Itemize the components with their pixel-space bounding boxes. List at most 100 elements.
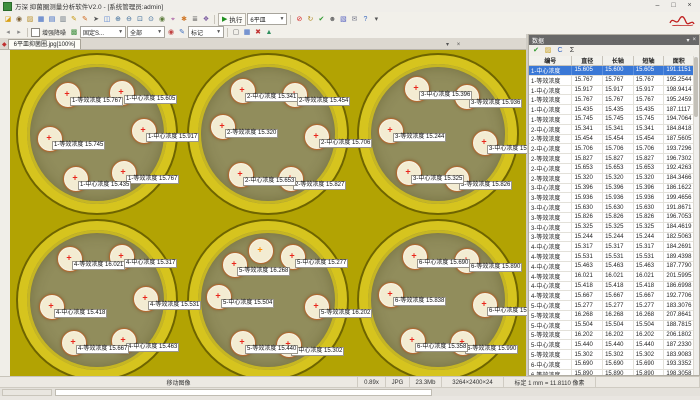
table-row[interactable]: 5-中心浓度15.50415.50415.504188.7815 [529,321,694,331]
picker-icon[interactable]: ✎ [177,27,187,37]
settings-icon[interactable]: ❖ [201,14,211,24]
table-row[interactable]: 4-等效浓度15.53115.53115.531189.4398 [529,252,694,262]
open-data-icon[interactable]: ▨ [543,46,553,56]
copy-data-icon[interactable]: C [555,46,565,56]
table-row[interactable]: 1-中心浓度15.91715.91715.917198.9414 [529,86,694,96]
table-row[interactable]: 5-中心浓度15.44015.44015.440187.2330 [529,340,694,350]
table-row[interactable]: 4-等效浓度15.66715.66715.667192.7706 [529,291,694,301]
table-row[interactable]: 4-中心浓度15.41815.41815.418186.6998 [529,282,694,292]
column-header[interactable]: 编号 [529,56,572,65]
measure-icon[interactable]: ⌖ [168,14,178,24]
mark-combo[interactable]: 标记 ▼ [188,26,224,38]
cursor-icon[interactable]: ➤ [91,14,101,24]
add-mark-icon[interactable]: ▢ [231,27,241,37]
table-row[interactable]: 4-等效浓度16.02116.02116.021201.5995 [529,272,694,282]
eye-icon[interactable]: ◉ [157,14,167,24]
image-viewer[interactable]: +1-等效浓度 15.767+1-中心浓度 15.605+1-中心浓度 15.9… [10,50,527,376]
clear-marks-icon[interactable]: ✖ [253,27,263,37]
column-header[interactable]: 长轴 [603,56,634,65]
table-cell: 15.767 [634,95,665,104]
mail-icon[interactable]: ✉ [349,14,359,24]
folder-icon[interactable]: ▨ [25,14,35,24]
save-all-icon[interactable]: ▤ [47,14,57,24]
table-row[interactable]: 5-等效浓度16.26816.26816.268207.8641 [529,311,694,321]
table-row[interactable]: 3-等效浓度15.93615.93615.936199.4656 [529,193,694,203]
refresh-icon[interactable]: ↻ [305,14,315,24]
table-row[interactable]: 4-中心浓度15.31715.31715.317184.2691 [529,242,694,252]
table-row[interactable]: 2-等效浓度15.45415.45415.454187.5605 [529,135,694,145]
stats-icon[interactable]: ▲ [264,27,274,37]
table-row[interactable]: 2-中心浓度15.65315.65315.653192.4263 [529,164,694,174]
capture-frame-icon[interactable]: ◫ [102,14,112,24]
table-row[interactable]: 6-等效浓度15.89015.89015.890198.3058 [529,370,694,375]
table-row[interactable]: 6-中心浓度15.69015.69015.690193.3352 [529,360,694,370]
tab-menu-icon[interactable]: ▾ [443,41,452,48]
scrollbar-thumb[interactable] [694,57,698,117]
table-row[interactable]: 5-中心浓度15.27715.27715.277183.3076 [529,301,694,311]
pen-icon[interactable]: ✎ [80,14,90,24]
column-header[interactable]: 面积 [664,56,694,65]
table-row[interactable]: 2-中心浓度15.70615.70615.706193.7296 [529,144,694,154]
next-icon[interactable]: ▸ [14,27,24,37]
table-row[interactable]: 1-等效浓度15.76715.76715.767195.2459 [529,95,694,105]
table-scrollbar[interactable] [693,56,699,375]
prev-icon[interactable]: ◂ [3,27,13,37]
table-row[interactable]: 3-等效浓度15.24415.24415.244182.5063 [529,233,694,243]
preset-combo[interactable]: 6平皿 ▼ [247,13,287,25]
layers-icon[interactable]: ≣ [190,14,200,24]
report-icon[interactable]: ▧ [338,14,348,24]
save-icon[interactable]: ▦ [36,14,46,24]
column-header[interactable]: 直径 [572,56,603,65]
maximize-button[interactable]: □ [666,1,681,11]
denoise-checkbox[interactable] [31,28,40,37]
zoom-out-icon[interactable]: ⊖ [124,14,134,24]
panel-close-icon[interactable]: × [692,37,696,44]
table-cell: 15.653 [603,164,634,173]
confirm-icon[interactable]: ✔ [316,14,326,24]
camera-capture-icon[interactable]: ◉ [14,14,24,24]
print-icon[interactable]: ▥ [58,14,68,24]
table-row[interactable]: 3-等效浓度15.82615.82615.826196.7053 [529,213,694,223]
tab-active-image[interactable]: 6平皿抑菌圈.jpg[100%] [8,39,82,49]
check-data-icon[interactable]: ✔ [531,46,541,56]
crosshair-marker-icon: + [120,167,125,176]
more-icon[interactable]: ▾ [371,14,381,24]
table-row[interactable]: 2-等效浓度15.82715.82715.827196.7302 [529,154,694,164]
table-row[interactable]: 3-中心浓度15.39615.39615.396186.1622 [529,184,694,194]
run-button[interactable]: ▶ 执行 [218,13,246,26]
wand-icon[interactable]: ✱ [179,14,189,24]
table-row[interactable]: 2-中心浓度15.34115.34115.341184.8418 [529,125,694,135]
stop-icon[interactable]: ⊘ [294,14,304,24]
table-row[interactable]: 2-等效浓度15.32015.32015.320184.3466 [529,174,694,184]
table-cell: 199.4656 [664,193,694,202]
close-button[interactable]: × [682,1,697,11]
table-cell: 15.690 [603,360,634,369]
panel-pin-icon[interactable]: ▾ [686,37,689,44]
table-row[interactable]: 5-等效浓度16.20216.20216.202206.1802 [529,331,694,341]
zoom-fit-icon[interactable]: ⊡ [135,14,145,24]
edit-icon[interactable]: ✎ [69,14,79,24]
user-icon[interactable]: ☻ [327,14,337,24]
table-row[interactable]: 3-中心浓度15.32515.32515.325184.4619 [529,223,694,233]
table-row[interactable]: 1-中心浓度15.43515.43515.435187.1117 [529,105,694,115]
template-combo[interactable]: 固定S... ▼ [80,26,126,38]
list-icon[interactable]: ▩ [69,27,79,37]
help-icon[interactable]: ? [360,14,370,24]
zoom-in-icon[interactable]: ⊕ [113,14,123,24]
tab-close-icon[interactable]: × [454,42,463,48]
open-image-icon[interactable]: ◪ [3,14,13,24]
table-row[interactable]: 1-等效浓度15.74515.74515.745194.7064 [529,115,694,125]
minimize-button[interactable]: – [650,1,665,11]
table-row[interactable]: 1-中心浓度15.60515.60015.605191.1151 [529,66,694,76]
table-row[interactable]: 1-等效浓度15.76715.76715.767195.2544 [529,76,694,86]
table-row[interactable]: 4-中心浓度15.46315.46315.463187.7790 [529,262,694,272]
zoom-actual-icon[interactable]: ⊙ [146,14,156,24]
save-marks-icon[interactable]: ▦ [242,27,252,37]
column-header[interactable]: 短轴 [634,56,665,65]
filter-combo[interactable]: 全部 ▼ [127,26,165,38]
table-row[interactable]: 5-等效浓度15.30215.30215.302183.9083 [529,350,694,360]
table-row[interactable]: 3-中心浓度15.63015.63015.630191.8671 [529,203,694,213]
crosshair-marker-icon: + [289,251,294,260]
sum-data-icon[interactable]: Σ [567,46,577,56]
stamp-icon[interactable]: ◉ [166,27,176,37]
